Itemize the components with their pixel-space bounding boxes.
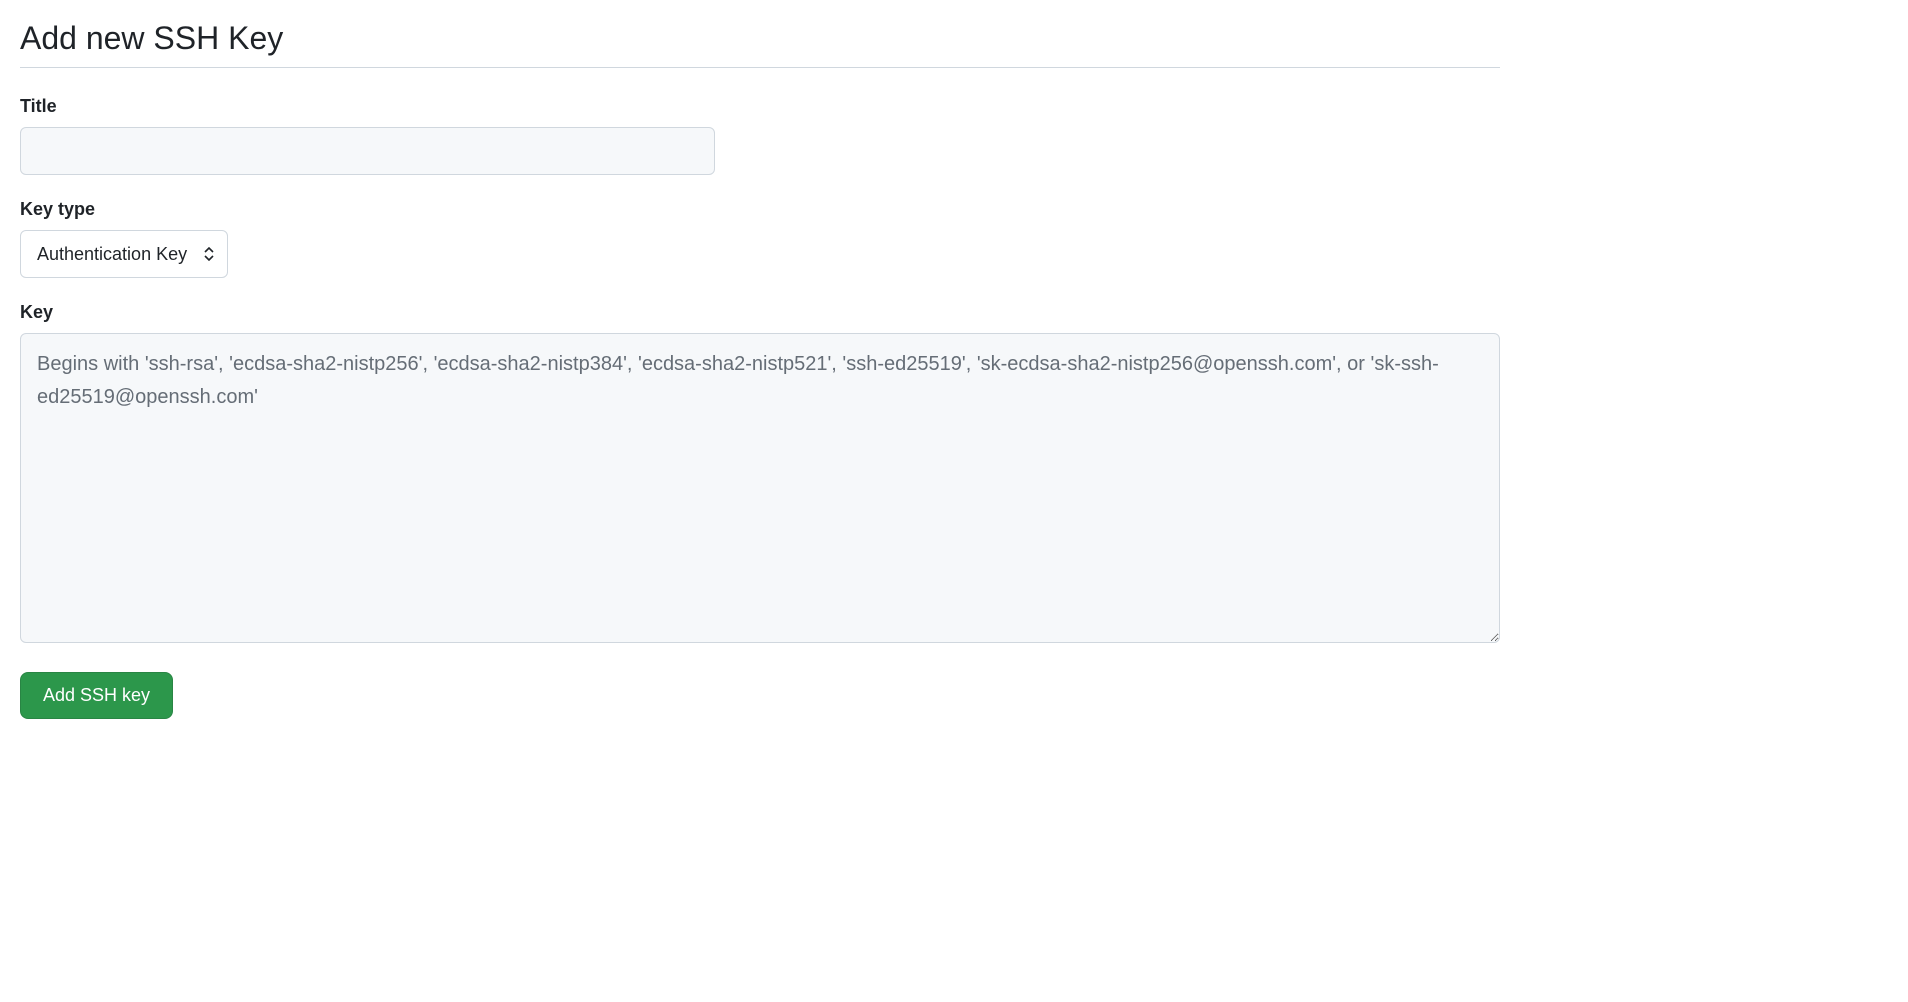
page-title: Add new SSH Key (20, 20, 1500, 57)
key-type-select-wrapper: Authentication Key (20, 230, 228, 278)
key-group: Key (20, 302, 1500, 648)
key-label: Key (20, 302, 1500, 323)
title-input[interactable] (20, 127, 715, 175)
key-type-select[interactable]: Authentication Key (20, 230, 228, 278)
key-type-label: Key type (20, 199, 1500, 220)
add-ssh-key-button[interactable]: Add SSH key (20, 672, 173, 719)
add-ssh-key-form: Add new SSH Key Title Key type Authentic… (20, 20, 1500, 719)
title-group: Title (20, 96, 1500, 175)
key-textarea[interactable] (20, 333, 1500, 643)
title-label: Title (20, 96, 1500, 117)
header-divider (20, 67, 1500, 68)
key-type-group: Key type Authentication Key (20, 199, 1500, 278)
